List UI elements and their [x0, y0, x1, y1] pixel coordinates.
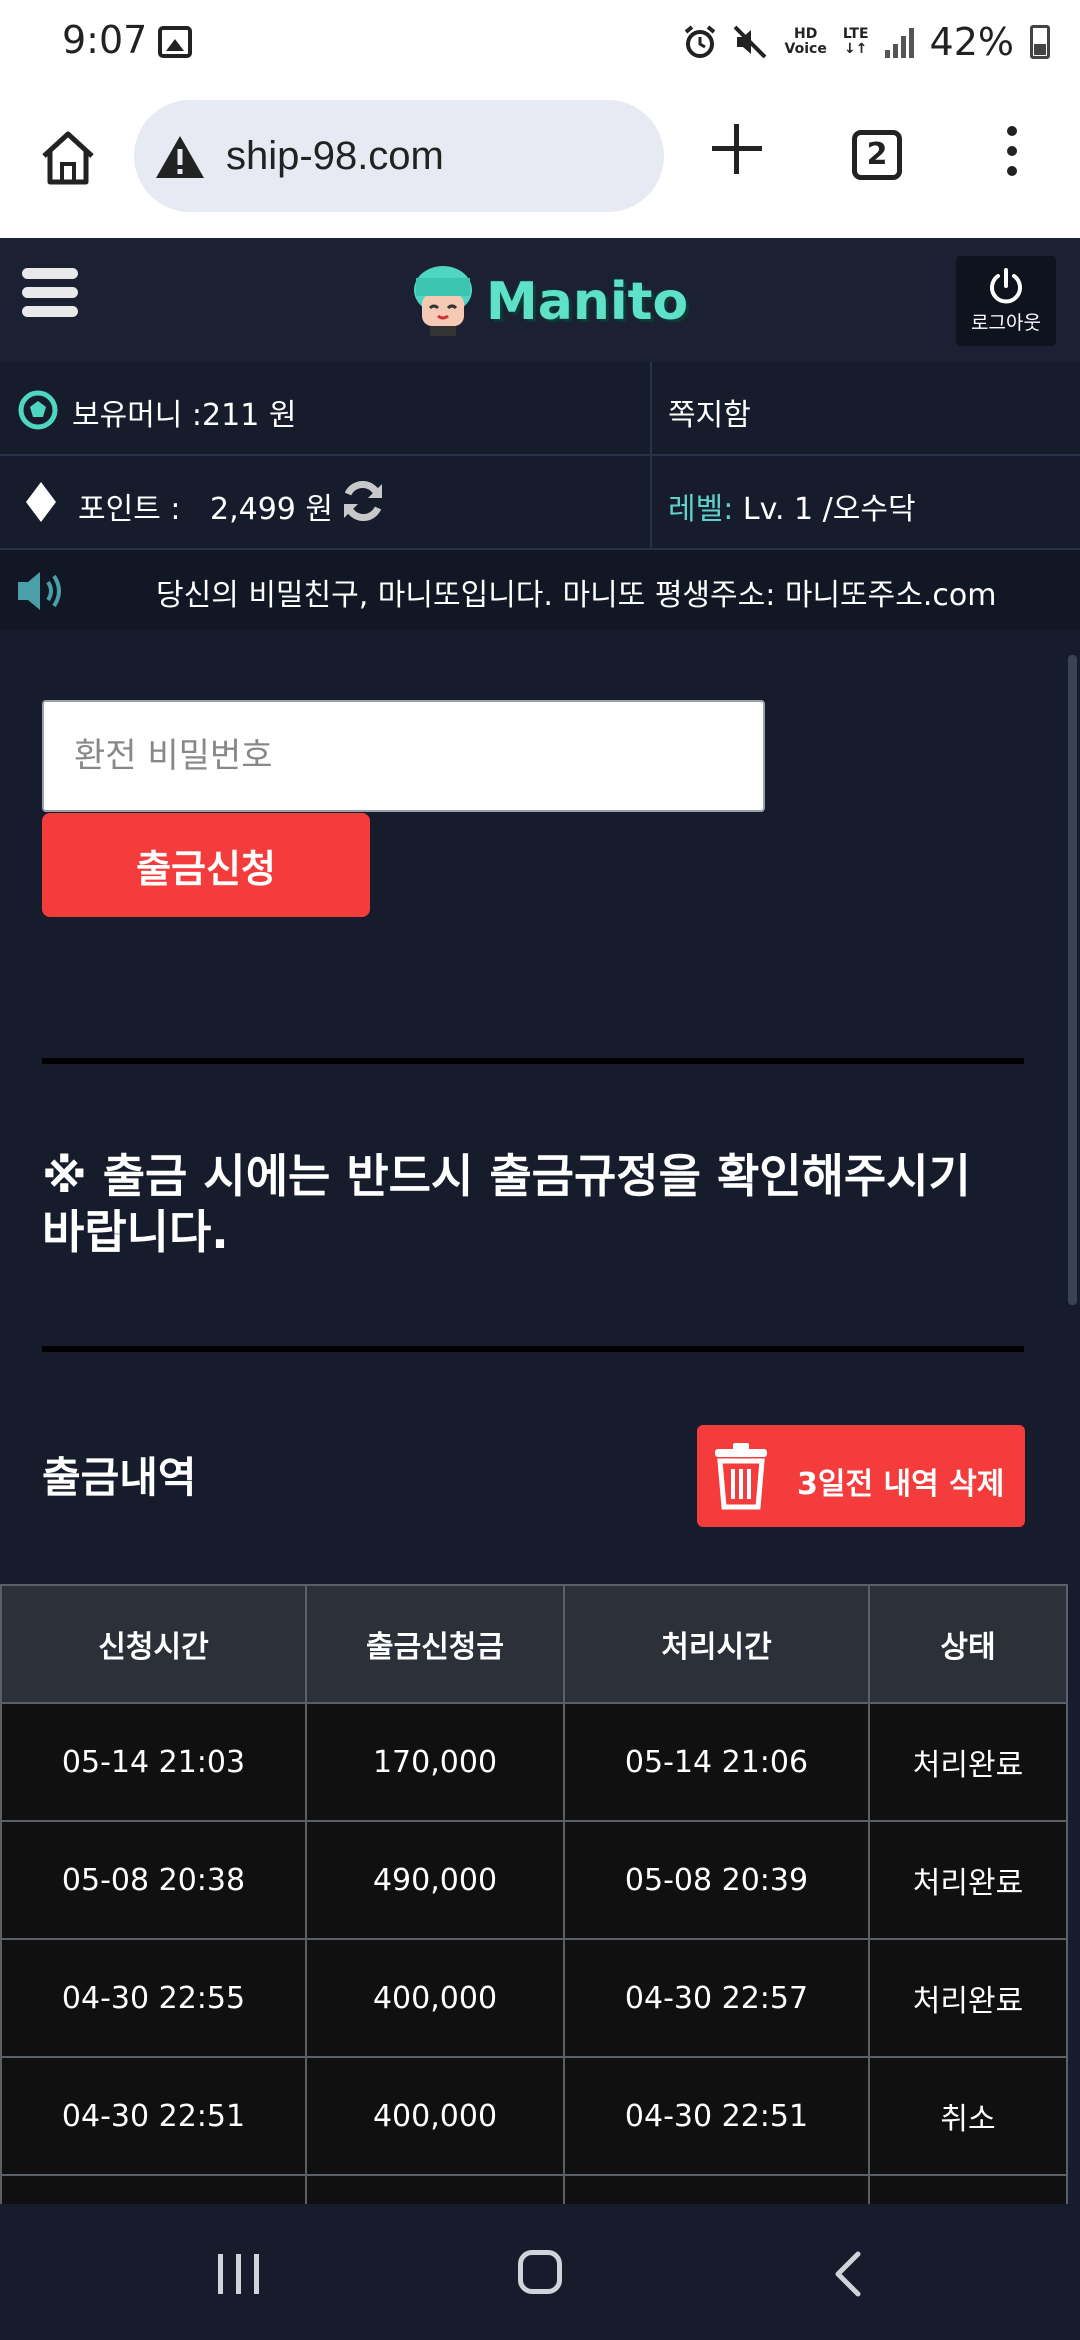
- trash-icon: [715, 1443, 767, 1510]
- url-text[interactable]: ship-98.com: [226, 134, 444, 179]
- speaker-icon: [18, 572, 61, 610]
- status-time: 9:07: [62, 18, 148, 62]
- battery-icon: [1030, 25, 1050, 59]
- level-key: 레벨:: [668, 492, 734, 527]
- withdraw-history-title: 출금내역: [42, 1453, 197, 1502]
- address-bar[interactable]: ship-98.com: [134, 100, 664, 212]
- request-time-cell: 05-08 20:38: [0, 1820, 307, 1940]
- request-time-cell: 04-30 22:55: [0, 1938, 307, 2058]
- status-bar: 9:07 HD Voice LTE ↓↑ 42%: [0, 0, 1080, 84]
- withdraw-password-input[interactable]: [42, 700, 765, 812]
- points-cell: 포인트 : 2,499 원: [0, 456, 652, 550]
- table-row: 04-30 22:51 400,000 04-30 22:51 취소: [0, 2056, 1068, 2176]
- notice-text: 당신의 비밀친구, 마니또입니다. 마니또 평생주소: 마니또주소.com: [156, 578, 997, 613]
- delete-old-history-button[interactable]: 3일전 내역 삭제: [697, 1425, 1025, 1527]
- level-value: Lv. 1 /오수닥: [733, 492, 916, 527]
- divider: [42, 1058, 1024, 1064]
- amount-cell: 400,000: [305, 1938, 565, 2058]
- system-nav-bar: [0, 2204, 1080, 2340]
- status-cell: 처리완료: [868, 1938, 1068, 2058]
- hd-voice-icon: HD Voice: [784, 26, 827, 57]
- back-icon[interactable]: [828, 2250, 868, 2298]
- account-info: 보유머니 :211 원 쪽지함 포인트 : 2,499 원 레벨: Lv. 1 …: [0, 362, 1080, 550]
- home-icon[interactable]: [38, 128, 98, 188]
- page-scrollbar[interactable]: [1068, 655, 1077, 1305]
- battery-percent: 42%: [929, 20, 1014, 64]
- table-row: 05-14 21:03 170,000 05-14 21:06 처리완료: [0, 1702, 1068, 1822]
- amount-cell: 170,000: [305, 1702, 565, 1822]
- processed-time-cell: 05-08 20:39: [563, 1820, 870, 1940]
- point-label: 포인트 :: [78, 492, 181, 527]
- processed-time-cell: 04-30 22:51: [563, 2056, 870, 2176]
- withdraw-request-button[interactable]: 출금신청: [42, 813, 370, 917]
- column-header: 처리시간: [563, 1584, 870, 1704]
- table-row: 04-30 22:55 400,000 04-30 22:57 처리완료: [0, 1938, 1068, 2058]
- column-header: 출금신청금: [305, 1584, 565, 1704]
- recents-icon[interactable]: [216, 2254, 262, 2294]
- site-logo[interactable]: Manito: [412, 260, 688, 360]
- point-value: 2,499 원: [210, 492, 334, 527]
- more-menu-icon[interactable]: [1004, 126, 1020, 186]
- alarm-icon: [684, 25, 715, 58]
- power-icon: [990, 268, 1022, 304]
- site-header: Manito 로그아웃: [0, 238, 1080, 362]
- mascot-logo-icon: [414, 266, 472, 336]
- tab-switcher-button[interactable]: 2: [852, 130, 902, 180]
- request-time-cell: 04-30 22:51: [0, 2056, 307, 2176]
- status-icons: HD Voice LTE ↓↑ 42%: [683, 20, 1050, 64]
- table-row: 05-08 20:38 490,000 05-08 20:39 처리완료: [0, 1820, 1068, 1940]
- level-info: 레벨: Lv. 1 /오수닥: [668, 484, 916, 528]
- status-cell: 처리완료: [868, 1820, 1068, 1940]
- mute-icon: [733, 25, 766, 59]
- notice-banner: 당신의 비밀친구, 마니또입니다. 마니또 평생주소: 마니또주소.com: [0, 550, 1080, 630]
- not-secure-warning-icon[interactable]: [154, 134, 206, 180]
- browser-toolbar: ship-98.com 2: [0, 84, 1080, 238]
- lte-icon: LTE ↓↑: [842, 26, 869, 57]
- diamond-icon: [26, 482, 56, 522]
- status-cell: 처리완료: [868, 1702, 1068, 1822]
- info-row-money: 보유머니 :211 원 쪽지함: [0, 362, 1080, 456]
- hamburger-menu-icon[interactable]: [22, 268, 78, 322]
- image-notification-icon: [158, 26, 192, 58]
- processed-time-cell: 05-14 21:06: [563, 1702, 870, 1822]
- divider: [42, 1346, 1024, 1352]
- request-time-cell: 05-14 21:03: [0, 1702, 307, 1822]
- column-header: 신청시간: [0, 1584, 307, 1704]
- processed-time-cell: 04-30 22:57: [563, 1938, 870, 2058]
- logo-text: Manito: [486, 272, 689, 332]
- column-header: 상태: [868, 1584, 1068, 1704]
- info-row-points: 포인트 : 2,499 원 레벨: Lv. 1 /오수닥: [0, 456, 1080, 550]
- amount-cell: 400,000: [305, 2056, 565, 2176]
- delete-old-history-label: 3일전 내역 삭제: [797, 1467, 1005, 1502]
- table-header-row: 신청시간 출금신청금 처리시간 상태: [0, 1584, 1068, 1704]
- amount-cell: 490,000: [305, 1820, 565, 1940]
- logout-label: 로그아웃: [971, 312, 1041, 334]
- signal-icon: [884, 26, 914, 58]
- money-label: 보유머니 :211 원: [72, 398, 297, 433]
- withdraw-history-table: 신청시간 출금신청금 처리시간 상태 05-14 21:03 170,000 0…: [0, 1584, 1068, 2294]
- refresh-icon[interactable]: [340, 478, 386, 524]
- soccer-ball-icon: [18, 390, 58, 430]
- nav-home-icon[interactable]: [518, 2250, 562, 2294]
- logout-button[interactable]: 로그아웃: [956, 256, 1056, 346]
- status-cell: 취소: [868, 2056, 1068, 2176]
- withdraw-rule-notice: ※ 출금 시에는 반드시 출금규정을 확인해주시기 바랍니다.: [42, 1149, 971, 1259]
- money-cell: 보유머니 :211 원: [0, 362, 652, 456]
- new-tab-button[interactable]: [712, 124, 762, 174]
- messages-link[interactable]: 쪽지함: [668, 390, 751, 434]
